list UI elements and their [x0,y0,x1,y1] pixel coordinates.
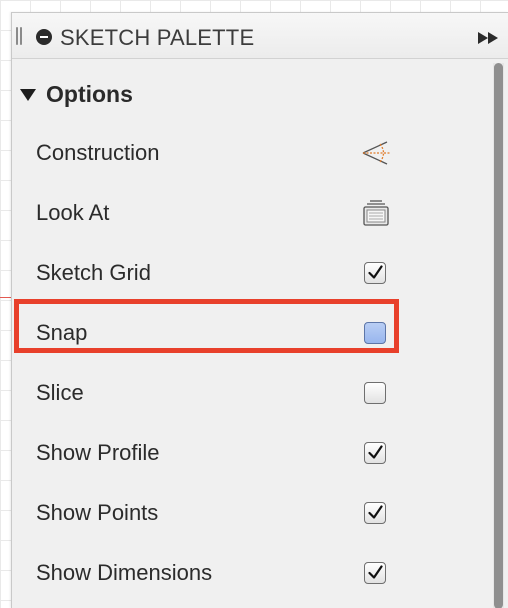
triangle-down-icon[interactable] [20,89,36,101]
option-row-construction: Construction [12,123,482,183]
snap-checkbox[interactable] [364,322,386,344]
show-points-checkbox[interactable] [364,502,386,524]
checkmark-icon [368,265,383,279]
sketch-grid-checkbox[interactable] [364,262,386,284]
checkmark-icon [368,445,383,459]
option-row-show-dimensions: Show Dimensions [12,543,482,603]
option-label: Look At [36,200,110,225]
scrollbar-thumb[interactable] [494,63,503,608]
slice-checkbox[interactable] [364,382,386,404]
option-label: Sketch Grid [36,260,151,285]
option-label: Show Dimensions [36,560,213,585]
option-row-sketch-grid: Sketch Grid [12,243,482,303]
vertical-scrollbar[interactable] [493,63,504,608]
section-title: Options [46,80,133,107]
option-label: Snap [36,320,88,345]
show-profile-checkbox[interactable] [364,442,386,464]
option-row-look-at: Look At [12,183,482,243]
drag-handle-icon[interactable] [16,27,22,45]
palette-title: SKETCH PALETTE [60,25,255,50]
option-label: Show Profile [36,440,160,465]
sketch-palette-panel: SKETCH PALETTE Options Construction Look… [11,12,508,608]
option-label: Construction [36,140,160,165]
option-label: Slice [36,380,84,405]
palette-header[interactable]: SKETCH PALETTE [12,13,508,59]
collapse-arrows-icon[interactable] [478,32,500,44]
option-row-slice: Slice [12,363,482,423]
option-label: Show Points [36,500,159,525]
checkmark-icon [368,505,383,519]
construction-icon[interactable] [360,138,392,168]
minus-circle-icon[interactable] [36,29,52,45]
option-row-snap: Snap [12,303,482,363]
show-dimensions-checkbox[interactable] [364,562,386,584]
checkmark-icon [368,565,383,579]
option-row-show-points: Show Points [12,483,482,543]
option-row-show-profile: Show Profile [12,423,482,483]
options-section-header[interactable]: Options [20,77,133,111]
look-at-icon[interactable] [360,198,392,228]
